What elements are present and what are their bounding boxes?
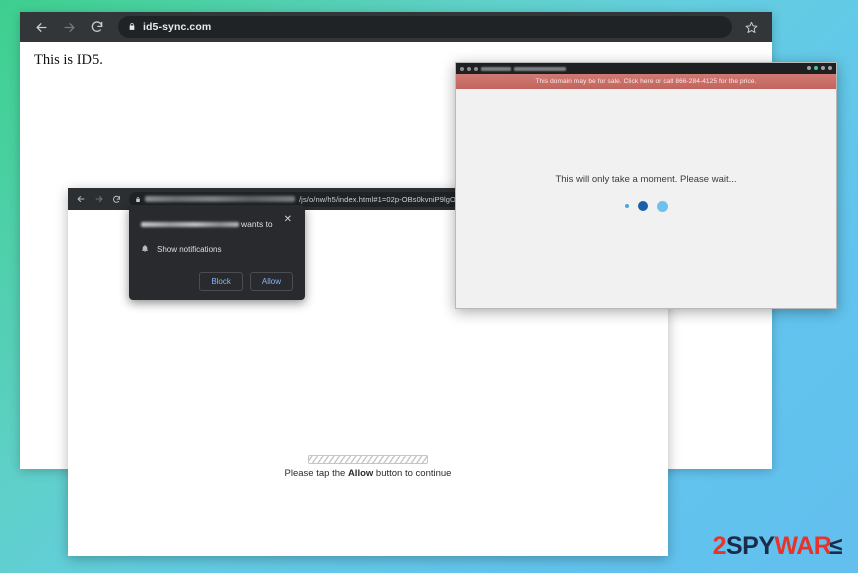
main-browser-toolbar: id5-sync.com xyxy=(20,12,772,42)
address-bar[interactable]: id5-sync.com xyxy=(118,16,732,38)
window-dot[interactable] xyxy=(467,66,471,71)
notification-permission-dialog: wants to ✕ Show notifications Block Allo… xyxy=(129,205,305,300)
watermark-logo: 2 SPY WAR ≤ xyxy=(712,532,843,560)
allow-button[interactable]: Allow xyxy=(249,272,293,291)
domain-for-sale-banner[interactable]: This domain may be for sale. Click here … xyxy=(456,74,836,89)
domain-for-sale-banner-text: This domain may be for sale. Click here … xyxy=(535,78,757,85)
loading-dot xyxy=(624,204,629,208)
window-control-dot[interactable] xyxy=(807,66,811,70)
permission-label: Show notifications xyxy=(157,244,222,254)
permission-dialog-header: wants to ✕ xyxy=(141,215,293,229)
reload-icon[interactable] xyxy=(84,14,110,40)
permission-dialog-actions: Block Allow xyxy=(141,272,293,291)
wait-message: This will only take a moment. Please wai… xyxy=(555,173,737,185)
permission-item: Show notifications xyxy=(141,240,293,258)
redacted-domain xyxy=(145,196,295,202)
window-dot[interactable] xyxy=(460,66,464,71)
permission-title-suffix: wants to xyxy=(241,219,273,229)
close-icon[interactable]: ✕ xyxy=(283,215,293,225)
wait-window-titlebar xyxy=(456,63,836,74)
redacted-titlebar-label xyxy=(481,66,511,71)
permission-origin-row: wants to xyxy=(141,215,273,229)
address-bar-url: id5-sync.com xyxy=(143,21,212,33)
reload-icon[interactable] xyxy=(108,191,125,208)
redacted-origin xyxy=(141,221,239,227)
window-dot[interactable] xyxy=(474,66,478,71)
tap-text-before: Please tap the xyxy=(284,468,348,479)
forward-icon[interactable] xyxy=(90,191,107,208)
block-button[interactable]: Block xyxy=(199,272,243,291)
loading-dots xyxy=(624,200,668,212)
secondary-address-bar-url: /js/o/nw/h5/index.html#1=02p-OBs0kvniP9l… xyxy=(299,194,474,204)
back-icon[interactable] xyxy=(28,14,54,40)
window-control-dot[interactable] xyxy=(821,66,825,70)
back-icon[interactable] xyxy=(72,191,89,208)
window-control-dot[interactable] xyxy=(814,66,818,70)
bell-icon xyxy=(141,240,149,258)
loading-dot xyxy=(656,200,668,212)
lock-icon xyxy=(128,18,136,36)
striped-progress-bar xyxy=(308,455,428,464)
star-icon[interactable] xyxy=(738,14,764,40)
redacted-titlebar-url xyxy=(514,66,566,71)
tap-text-after: button to continue xyxy=(373,468,452,479)
watermark-part-1: 2 xyxy=(712,532,727,560)
forward-icon[interactable] xyxy=(56,14,82,40)
tap-text-emphasis: Allow xyxy=(347,468,374,479)
watermark-part-3: WAR xyxy=(774,532,832,560)
window-controls xyxy=(807,66,832,70)
loading-dot xyxy=(637,201,648,211)
wait-window-content: This will only take a moment. Please wai… xyxy=(456,89,836,308)
watermark-part-2: SPY xyxy=(725,532,775,560)
window-control-dot[interactable] xyxy=(828,66,832,70)
tap-allow-prompt: Please tap the Allow button to continue xyxy=(68,455,668,479)
please-wait-window: This domain may be for sale. Click here … xyxy=(455,62,837,309)
watermark-chevron-icon: ≤ xyxy=(829,532,842,560)
tap-allow-text: Please tap the Allow button to continue xyxy=(68,468,668,479)
